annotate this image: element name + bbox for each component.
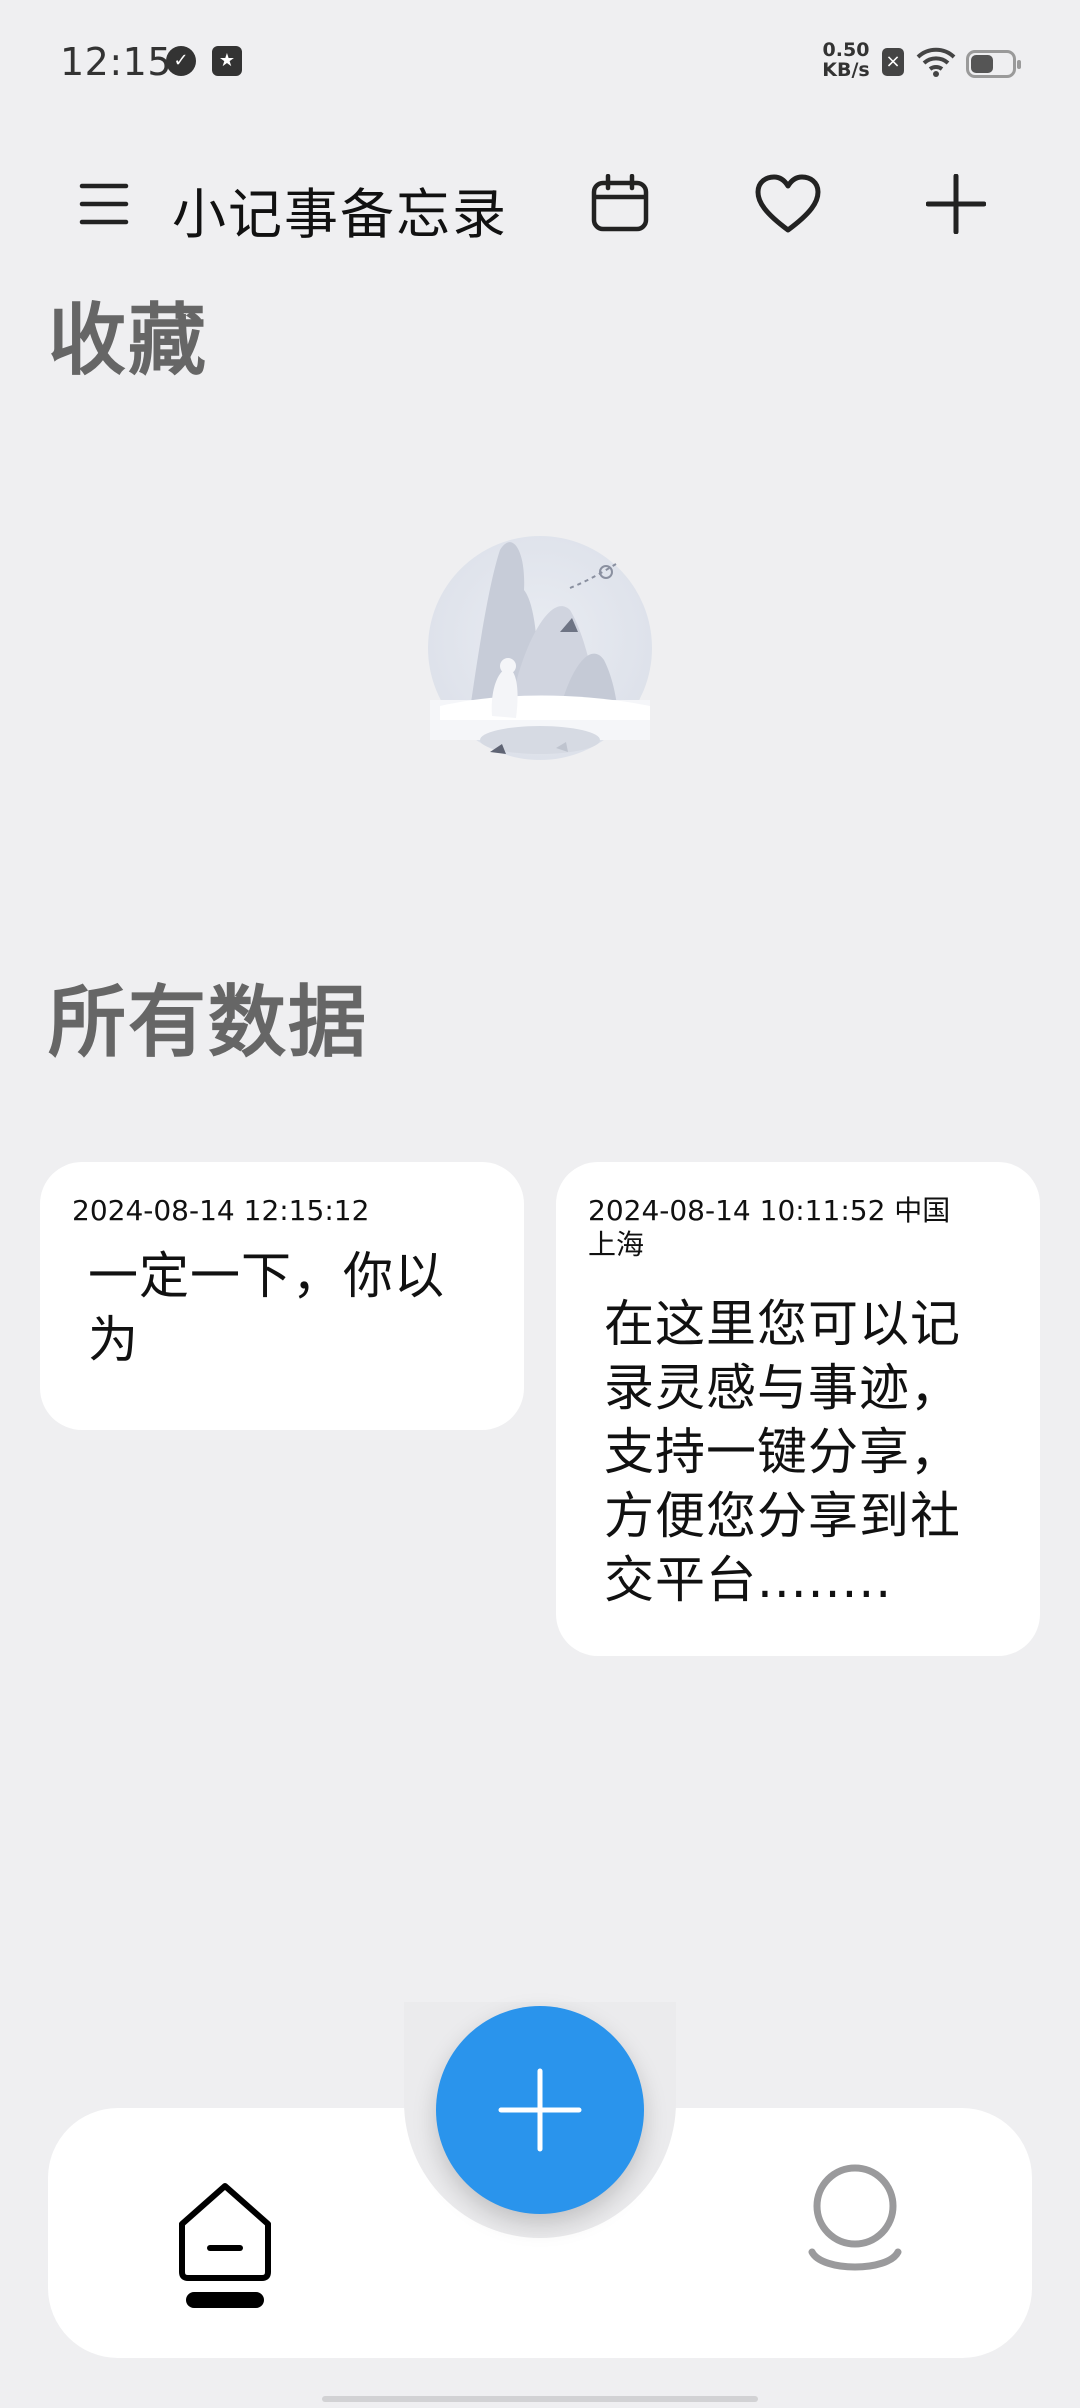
battery-icon [966, 50, 1021, 78]
check-badge-icon: ✓ [166, 46, 196, 76]
status-time: 12:15 [60, 40, 173, 84]
note-content: 一定一下，你以为 [88, 1247, 445, 1369]
calendar-icon[interactable] [580, 164, 660, 244]
add-icon [498, 2068, 582, 2152]
net-speed: 0.50 KB/s [818, 40, 874, 80]
app-header: 小记事备忘录 [0, 140, 1080, 270]
add-note-button[interactable] [436, 2006, 644, 2214]
note-card[interactable]: 2024-08-14 10:11:52 中国 上海 在这里您可以记录灵感与事迹，… [556, 1162, 1040, 1656]
status-bar: 12:15 ✓ ★ 0.50 KB/s × [0, 0, 1080, 130]
net-speed-unit: KB/s [822, 59, 870, 81]
net-speed-value: 0.50 [822, 39, 870, 61]
app-screen: 12:15 ✓ ★ 0.50 KB/s × 小记事备忘录 收藏 所有数据 202… [0, 0, 1080, 2408]
nav-tab-home[interactable] [170, 2176, 280, 2308]
note-content: 在这里您可以记录灵感与事迹，支持一键分享，方便您分享到社交平台........ [604, 1295, 961, 1609]
heart-icon[interactable] [748, 164, 828, 244]
system-home-indicator[interactable] [322, 2396, 758, 2402]
note-timestamp: 2024-08-14 12:15:12 [72, 1194, 370, 1227]
nav-tab-profile[interactable] [800, 2160, 910, 2290]
note-card[interactable]: 2024-08-14 12:15:12 一定一下，你以为 [40, 1162, 524, 1430]
home-icon [179, 2183, 271, 2281]
app-title: 小记事备忘录 [172, 183, 508, 246]
profile-icon [808, 2164, 902, 2271]
empty-state-illustration [420, 520, 660, 770]
favorites-title: 收藏 [48, 296, 209, 386]
sim-card-icon: × [882, 48, 904, 76]
menu-icon[interactable] [64, 164, 144, 244]
active-tab-indicator [186, 2292, 264, 2308]
note-timestamp-location: 2024-08-14 10:11:52 中国 上海 [588, 1194, 951, 1261]
plus-icon[interactable] [916, 164, 996, 244]
star-badge-icon: ★ [212, 46, 242, 76]
wifi-icon [916, 46, 956, 82]
all-data-title: 所有数据 [48, 978, 369, 1068]
